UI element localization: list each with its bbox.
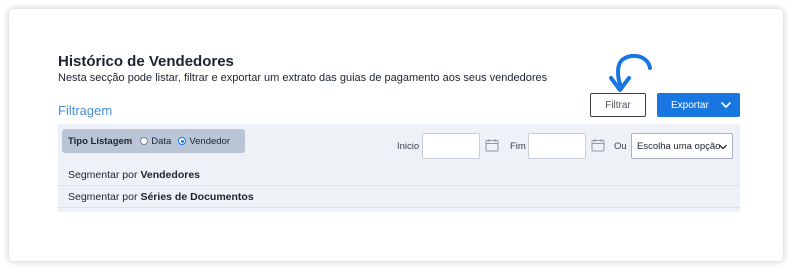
segment-row-vendedores[interactable]: Segmentar por Vendedores — [58, 164, 740, 186]
arrow-pointer-icon — [609, 54, 652, 92]
chevron-down-icon — [721, 102, 731, 108]
export-button[interactable]: Exportar — [657, 93, 740, 117]
segment-prefix: Segmentar por — [68, 168, 138, 181]
filter-panel: Tipo Listagem Data Vendedor Inicio Fim O… — [58, 124, 740, 212]
or-label: Ou — [614, 141, 627, 152]
option-data-label: Data — [151, 135, 172, 147]
segment-target: Séries de Documentos — [140, 190, 254, 203]
list-type-group: Tipo Listagem Data Vendedor — [62, 129, 245, 153]
preset-select-value: Escolha uma opção — [637, 140, 721, 152]
start-date-input[interactable] — [422, 133, 480, 159]
page-title: Histórico de Vendedores — [58, 53, 234, 70]
chevron-down-icon — [719, 144, 727, 150]
list-type-option-vendedor[interactable]: Vendedor — [178, 136, 230, 147]
list-type-label: Tipo Listagem — [68, 135, 133, 147]
filter-section-title: Filtragem — [58, 103, 113, 118]
radio-data[interactable] — [140, 137, 149, 145]
segment-target: Vendedores — [140, 168, 200, 181]
calendar-icon[interactable] — [485, 138, 499, 152]
filter-button[interactable]: Filtrar — [590, 93, 646, 117]
end-date-input[interactable] — [528, 133, 586, 159]
page-subtitle: Nesta secção pode listar, filtrar e expo… — [58, 72, 548, 84]
calendar-icon[interactable] — [591, 138, 605, 152]
export-button-label: Exportar — [671, 99, 709, 111]
start-date-label: Inicio — [397, 141, 420, 152]
segment-row-series[interactable]: Segmentar por Séries de Documentos — [58, 186, 740, 208]
segment-prefix: Segmentar por — [68, 190, 138, 203]
radio-vendedor[interactable] — [178, 137, 187, 145]
preset-select[interactable]: Escolha uma opção — [631, 133, 733, 159]
end-date-label: Fim — [510, 141, 526, 152]
list-type-option-data[interactable]: Data — [140, 136, 171, 147]
option-vendedor-label: Vendedor — [189, 135, 230, 147]
